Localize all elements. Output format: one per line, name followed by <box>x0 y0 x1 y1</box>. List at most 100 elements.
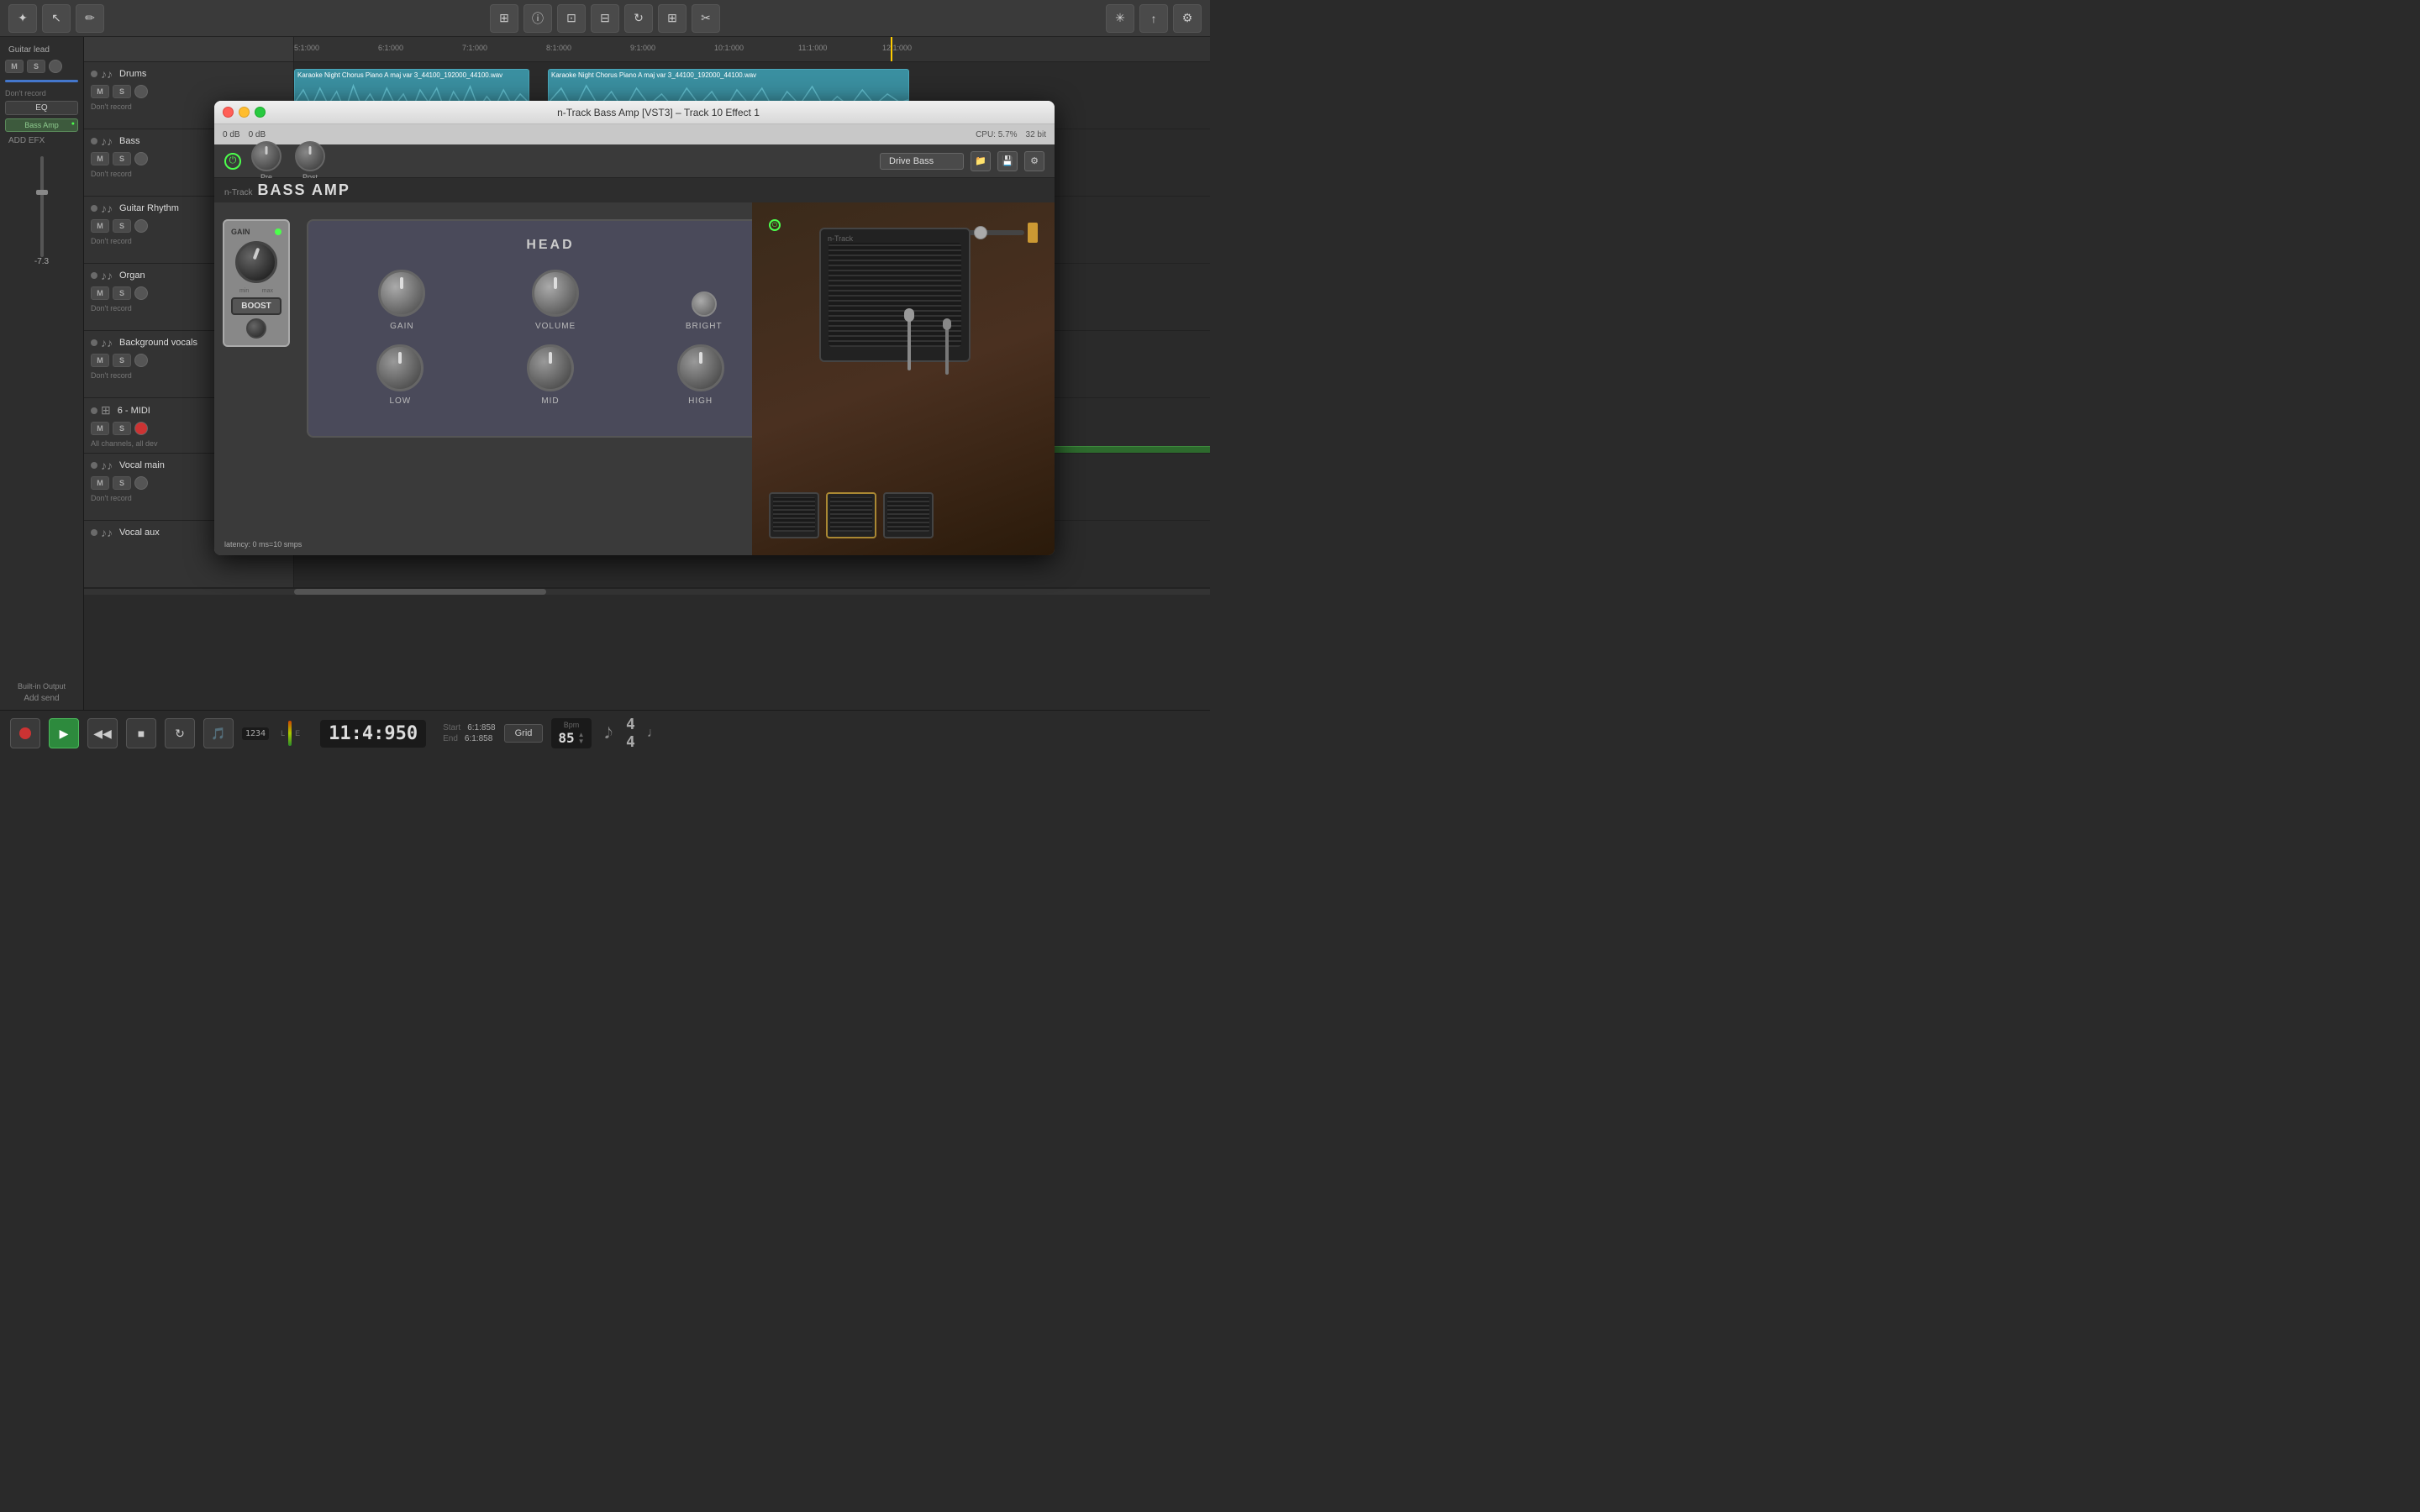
midi-solo-btn[interactable]: S <box>113 422 131 435</box>
plugins-btn[interactable]: ✳ <box>1106 4 1134 33</box>
grid-btn[interactable]: ⊟ <box>591 4 619 33</box>
playhead[interactable] <box>891 37 892 61</box>
sidebar-add-efx-btn[interactable]: ADD EFX <box>5 135 78 146</box>
amp-high-label: HIGH <box>688 396 713 406</box>
midi-record-btn[interactable] <box>134 422 148 435</box>
pan-thumb[interactable] <box>974 226 987 239</box>
vocal-main-record-btn[interactable] <box>134 476 148 490</box>
metronome-transport-btn[interactable]: 🎵 <box>203 718 234 748</box>
vst-close-btn[interactable] <box>223 107 234 118</box>
sidebar-mute-btn[interactable]: M <box>5 60 24 73</box>
post-knob[interactable] <box>295 141 325 171</box>
organ-record-btn[interactable] <box>134 286 148 300</box>
bg-vocals-collapse-btn[interactable] <box>91 339 97 346</box>
grid-display-btn[interactable]: Grid <box>504 724 544 743</box>
amp-high-knob[interactable] <box>677 344 724 391</box>
vst-content: Pre Post Drive Bass 📁 💾 ⚙ n-Track BASS A… <box>214 144 1055 555</box>
drums-solo-btn[interactable]: S <box>113 85 131 98</box>
vst-amp-left: GAIN min max BOOST HEAD <box>214 202 752 555</box>
vocal-main-solo-btn[interactable]: S <box>113 476 131 490</box>
drums-mute-btn[interactable]: M <box>91 85 109 98</box>
ruler-mark-5: 5:1:000 <box>294 44 319 52</box>
record-transport-btn[interactable] <box>10 718 40 748</box>
toolbar-left: ✦ ↖ ✏ <box>8 4 104 33</box>
bass-record-btn[interactable] <box>134 152 148 165</box>
select-tool-btn[interactable]: ↖ <box>42 4 71 33</box>
crosshair-tool-btn[interactable]: ✦ <box>8 4 37 33</box>
pre-knob[interactable] <box>251 141 281 171</box>
bass-solo-btn[interactable]: S <box>113 152 131 165</box>
guitar-rhythm-collapse-btn[interactable] <box>91 205 97 212</box>
vst-amp-right: n-Track <box>752 202 1055 555</box>
bass-collapse-btn[interactable] <box>91 138 97 144</box>
amp-low-knob[interactable] <box>376 344 424 391</box>
bg-vocals-record-btn[interactable] <box>134 354 148 367</box>
loop-btn[interactable]: ↻ <box>624 4 653 33</box>
amp-volume-knob[interactable] <box>532 270 579 317</box>
edit-btn[interactable]: ✂ <box>692 4 720 33</box>
organ-icon: ♪♪ <box>101 269 113 282</box>
preset-folder-btn[interactable]: 📁 <box>971 151 991 171</box>
settings2-btn[interactable]: ⊞ <box>658 4 687 33</box>
vst-maximize-btn[interactable] <box>255 107 266 118</box>
vocal-main-mute-btn[interactable]: M <box>91 476 109 490</box>
guitar-rhythm-record-btn[interactable] <box>134 219 148 233</box>
bpm-value[interactable]: 85 <box>558 730 574 746</box>
preset-name-field[interactable]: Drive Bass <box>880 153 964 170</box>
guitar-rhythm-name: Guitar Rhythm <box>119 203 179 213</box>
floor-cab-1[interactable] <box>769 492 819 538</box>
guitar-rhythm-mute-btn[interactable]: M <box>91 219 109 233</box>
vol-thumb[interactable] <box>36 190 48 195</box>
stop-transport-btn[interactable]: ■ <box>126 718 156 748</box>
sidebar-record-btn[interactable] <box>49 60 62 73</box>
organ-mute-btn[interactable]: M <box>91 286 109 300</box>
zoom-btn[interactable]: ⊡ <box>557 4 586 33</box>
preset-save-btn[interactable]: 💾 <box>997 151 1018 171</box>
amp-mid-knob[interactable] <box>527 344 574 391</box>
midi-mute-btn[interactable]: M <box>91 422 109 435</box>
gear-btn[interactable]: ⚙ <box>1173 4 1202 33</box>
pedal-small-knob[interactable] <box>246 318 266 339</box>
pencil-tool-btn[interactable]: ✏ <box>76 4 104 33</box>
vst-power-btn[interactable] <box>224 153 241 170</box>
bass-mute-btn[interactable]: M <box>91 152 109 165</box>
loop-transport-btn[interactable]: ↻ <box>165 718 195 748</box>
organ-collapse-btn[interactable] <box>91 272 97 279</box>
vst-minimize-btn[interactable] <box>239 107 250 118</box>
mixer-btn[interactable]: ⊞ <box>490 4 518 33</box>
metronome-icon: 𝅘𝅥𝅮 <box>605 725 613 743</box>
floor-cab-2[interactable] <box>826 492 876 538</box>
organ-solo-btn[interactable]: S <box>113 286 131 300</box>
drums-collapse-btn[interactable] <box>91 71 97 77</box>
vocal-aux-collapse-btn[interactable] <box>91 529 97 536</box>
drums-record-btn[interactable] <box>134 85 148 98</box>
organ-name: Organ <box>119 270 145 281</box>
bpm-down-btn[interactable]: ▼ <box>578 738 585 745</box>
floor-cab-3[interactable] <box>883 492 934 538</box>
rewind-transport-btn[interactable]: ◀◀ <box>87 718 118 748</box>
vst-window: n-Track Bass Amp [VST3] – Track 10 Effec… <box>214 101 1055 555</box>
info-btn[interactable]: ⓘ <box>523 4 552 33</box>
pan-indicator[interactable] <box>1028 223 1038 243</box>
guitar-rhythm-solo-btn[interactable]: S <box>113 219 131 233</box>
horizontal-scrollbar[interactable] <box>84 588 1210 595</box>
amp-bright-knob[interactable] <box>692 291 717 317</box>
amp-high-container: HIGH <box>677 344 724 406</box>
sidebar-add-send-btn[interactable]: Add send <box>5 694 78 703</box>
amp-gain-knob[interactable] <box>378 270 425 317</box>
sidebar-solo-btn[interactable]: S <box>27 60 45 73</box>
bg-vocals-icon: ♪♪ <box>101 336 113 349</box>
boost-btn[interactable]: BOOST <box>231 297 281 315</box>
sidebar-eq-btn[interactable]: EQ <box>5 101 78 115</box>
play-transport-btn[interactable]: ▶ <box>49 718 79 748</box>
bg-vocals-mute-btn[interactable]: M <box>91 354 109 367</box>
share-btn[interactable]: ↑ <box>1139 4 1168 33</box>
bg-vocals-solo-btn[interactable]: S <box>113 354 131 367</box>
preset-settings-btn[interactable]: ⚙ <box>1024 151 1044 171</box>
floor-cab-2-grille <box>830 497 872 532</box>
sidebar-bassamp-btn[interactable]: Bass Amp <box>5 118 78 132</box>
cab-power-btn[interactable] <box>769 219 781 231</box>
vocal-main-collapse-btn[interactable] <box>91 462 97 469</box>
midi-collapse-btn[interactable] <box>91 407 97 414</box>
big-gain-knob[interactable] <box>235 241 277 283</box>
